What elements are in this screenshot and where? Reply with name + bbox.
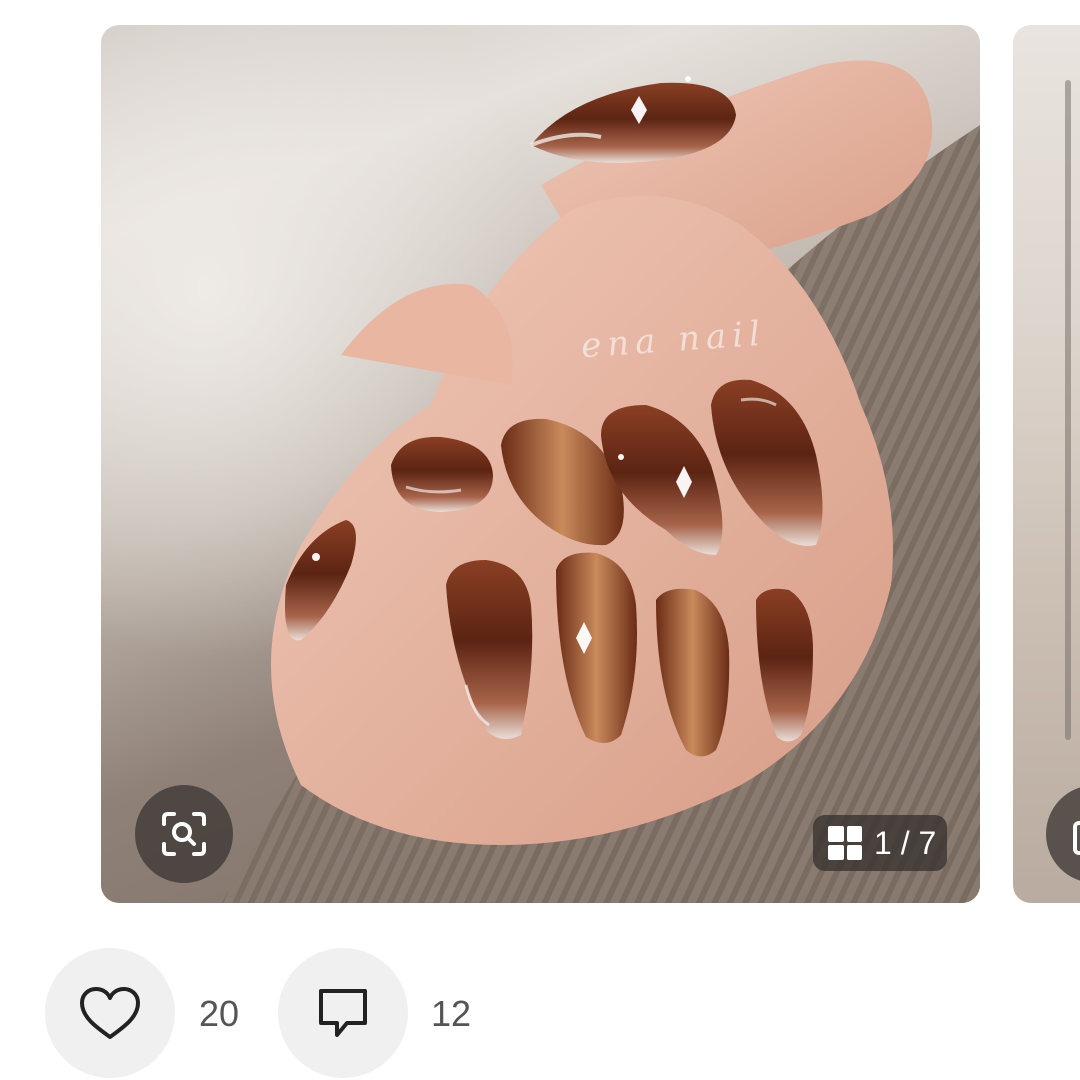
next-post-image[interactable] [1013, 25, 1080, 903]
speech-bubble-icon [319, 989, 367, 1037]
like-count: 20 [199, 993, 240, 1034]
post-image[interactable]: ena nail 1 / 7 [101, 25, 980, 903]
like-button[interactable] [45, 948, 175, 1078]
image-counter[interactable]: 1 / 7 [813, 815, 947, 871]
comment-count: 12 [431, 993, 472, 1034]
image-edge [1065, 80, 1071, 740]
image-search-button[interactable] [135, 785, 233, 883]
comment-button[interactable] [278, 948, 408, 1078]
image-search-icon [1073, 821, 1080, 855]
nail-photo [221, 60, 980, 903]
grid-icon [828, 826, 862, 860]
heart-outline-icon [80, 987, 140, 1039]
image-search-icon [162, 812, 206, 856]
image-counter-text: 1 / 7 [874, 824, 937, 861]
